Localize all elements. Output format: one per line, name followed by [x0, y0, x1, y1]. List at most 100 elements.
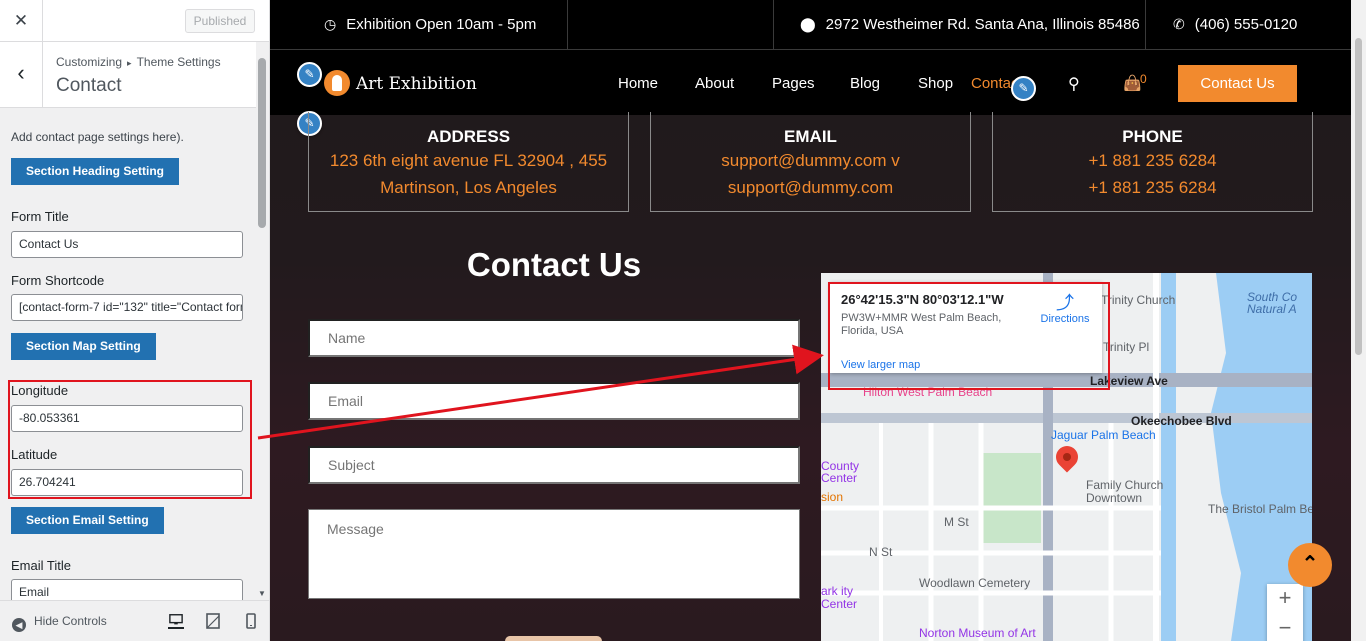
cart-icon[interactable]: 👜	[1123, 74, 1142, 92]
search-icon[interactable]: ⚲	[1068, 74, 1080, 94]
map-label-okeechobee: Okeechobee Blvd	[1131, 414, 1232, 428]
customizer-top-bar: ✕ Published	[0, 0, 269, 42]
customizer-footer: ◀ Hide Controls	[0, 600, 269, 641]
email-line-1[interactable]: support@dummy.com v	[651, 148, 970, 174]
customizer-sidebar: ✕ Published ‹ Customizing ▸ Theme Settings…	[0, 0, 270, 641]
zoom-out-button[interactable]: −	[1267, 614, 1303, 641]
form-title-input[interactable]: Contact Us	[11, 231, 243, 258]
lat-long-highlight	[8, 380, 252, 499]
name-input[interactable]	[308, 319, 800, 357]
divider	[773, 0, 774, 50]
email-title-label: Email Title	[11, 558, 71, 573]
contact-heading: Contact Us	[466, 246, 642, 283]
address-text: 2972 Westheimer Rd. Santa Ana, Illinois …	[825, 16, 1140, 33]
breadcrumb: Customizing ▸ Theme Settings	[56, 55, 221, 69]
phone-line-1[interactable]: +1 881 235 6284	[993, 148, 1312, 174]
divider	[1145, 0, 1146, 50]
site-logo[interactable]: Art Exhibition	[324, 70, 477, 96]
address-info: ⬤ 2972 Westheimer Rd. Santa Ana, Illinois…	[800, 0, 1140, 50]
hide-controls-label: Hide Controls	[34, 614, 107, 628]
page-scrollbar[interactable]	[1351, 0, 1366, 641]
back-button[interactable]: ‹	[0, 42, 43, 107]
email-line-2[interactable]: support@dummy.com	[651, 175, 970, 201]
scroll-down-icon[interactable]: ▼	[258, 589, 266, 598]
nav-shop[interactable]: Shop	[918, 75, 953, 92]
address-box: ADDRESS 123 6th eight avenue FL 32904 , …	[308, 112, 629, 212]
form-title-label: Form Title	[11, 209, 69, 224]
email-title-input[interactable]: Email	[11, 579, 243, 600]
section-title: Contact	[56, 75, 122, 96]
logo-mark-icon	[324, 70, 350, 96]
map-pin-icon: ⬤	[800, 16, 816, 32]
sidebar-scrollbar[interactable]: ▼	[256, 42, 269, 600]
message-textarea[interactable]	[308, 509, 800, 599]
phone-text: (406) 555-0120	[1194, 16, 1298, 33]
sidebar-scrollbar-thumb[interactable]	[258, 58, 266, 228]
scroll-to-top-button[interactable]: ⌃	[1288, 543, 1332, 587]
address-heading: ADDRESS	[426, 127, 511, 146]
close-customizer-button[interactable]: ✕	[0, 0, 43, 42]
mobile-preview-icon[interactable]	[243, 613, 259, 629]
email-heading: EMAIL	[784, 127, 837, 146]
zoom-in-button[interactable]: +	[1267, 584, 1303, 614]
site-navbar: Art Exhibition Home About Pages Blog Sho…	[270, 50, 1351, 115]
hours-text: Exhibition Open 10am - 5pm	[346, 16, 537, 33]
nav-pages[interactable]: Pages	[772, 75, 815, 92]
breadcrumb-separator-icon: ▸	[127, 58, 132, 68]
divider	[567, 0, 568, 50]
desktop-preview-icon[interactable]	[168, 613, 184, 629]
map-label-trinity-church: Trinity Church	[1101, 293, 1176, 307]
map-label-bristol: The Bristol Palm Be	[1208, 502, 1312, 516]
phone-icon: ✆	[1173, 16, 1185, 32]
section-description: Add contact page settings here).	[11, 130, 184, 144]
address-line-1: 123 6th eight avenue FL 32904 , 455	[329, 151, 608, 170]
breadcrumb-root: Customizing	[56, 55, 123, 69]
nav-about[interactable]: About	[695, 75, 734, 92]
map-label-park-center: ark ity Center	[821, 584, 858, 611]
map-label-n-st: N St	[869, 545, 893, 559]
clock-icon: ◷	[324, 16, 337, 32]
hide-controls-button[interactable]: ◀ Hide Controls	[12, 614, 107, 632]
nav-blog[interactable]: Blog	[850, 75, 880, 92]
phone-heading: PHONE	[1122, 127, 1183, 146]
section-header: ‹ Customizing ▸ Theme Settings Contact	[0, 42, 269, 108]
form-shortcode-input[interactable]: [contact-form-7 id="132" title="Contact …	[11, 294, 243, 321]
map-label-jaguar: Jaguar Palm Beach	[1051, 428, 1156, 442]
form-shortcode-label: Form Shortcode	[11, 273, 105, 288]
hours-info: ◷ Exhibition Open 10am - 5pm	[324, 0, 536, 50]
phone-box: PHONE +1 881 235 6284 +1 881 235 6284	[992, 112, 1313, 212]
submit-button[interactable]	[505, 636, 602, 641]
map-label-south-co: South Co Natural A	[1247, 290, 1298, 316]
map-zoom-control: + −	[1267, 584, 1303, 641]
site-topbar: ◷ Exhibition Open 10am - 5pm ⬤ 2972 Westhe…	[270, 0, 1351, 50]
nav-home[interactable]: Home	[618, 75, 658, 92]
tablet-preview-icon[interactable]	[205, 613, 221, 629]
page-scrollbar-thumb[interactable]	[1355, 38, 1362, 355]
edit-logo-pencil-icon[interactable]: ✎	[297, 62, 322, 87]
section-email-setting-button[interactable]: Section Email Setting	[11, 507, 164, 534]
map-label-m-st: M St	[944, 515, 969, 529]
email-box: EMAIL support@dummy.com v support@dummy.…	[650, 112, 971, 212]
phone-line-2[interactable]: +1 881 235 6284	[993, 175, 1312, 201]
breadcrumb-parent: Theme Settings	[136, 55, 221, 69]
phone-info: ✆ (406) 555-0120	[1173, 0, 1297, 50]
cart-count: 0	[1140, 72, 1147, 86]
map-label-norton: Norton Museum of Art	[919, 626, 1036, 640]
site-preview: ◷ Exhibition Open 10am - 5pm ⬤ 2972 Westhe…	[270, 0, 1351, 641]
section-map-setting-button[interactable]: Section Map Setting	[11, 333, 156, 360]
published-button[interactable]: Published	[185, 9, 255, 33]
section-heading-setting-button[interactable]: Section Heading Setting	[11, 158, 180, 185]
contact-us-nav-button[interactable]: Contact Us	[1178, 65, 1297, 102]
map-label-sion: sion	[821, 490, 844, 504]
map-label-woodlawn: Woodlawn Cemetery	[919, 576, 1031, 590]
collapse-icon: ◀	[12, 618, 26, 632]
map-card-highlight	[828, 282, 1110, 390]
logo-text: Art Exhibition	[356, 74, 477, 94]
address-line-2: Martinson, Los Angeles	[380, 178, 557, 197]
email-input[interactable]	[308, 382, 800, 420]
edit-menu-pencil-icon[interactable]: ✎	[1011, 76, 1036, 101]
map-label-county-center: County Center	[821, 459, 860, 485]
map-label-family-church: Family Church Downtown	[1086, 478, 1164, 505]
subject-input[interactable]	[308, 446, 800, 484]
customizer-controls: Add contact page settings here). Section…	[0, 108, 256, 600]
